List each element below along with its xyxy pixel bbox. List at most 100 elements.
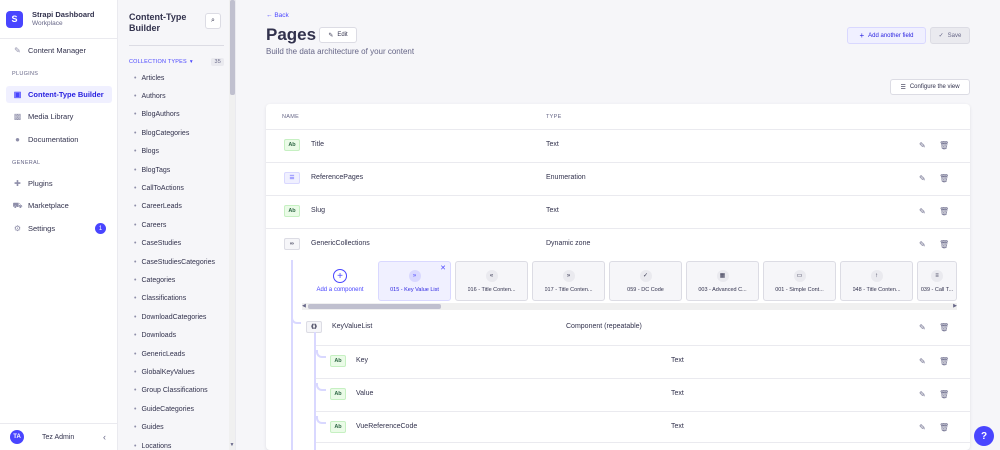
add-component-button[interactable]: + Add a component	[310, 261, 370, 301]
dynamic-zone-component[interactable]: » 015 - Key Value List ✕	[378, 261, 451, 301]
collection-type-item[interactable]: Downloads	[134, 326, 215, 344]
trash-icon[interactable]: 🗑	[939, 141, 949, 150]
table-row[interactable]: Ab Key Text ✎ 🗑	[316, 345, 970, 378]
pencil-icon[interactable]: ✎	[919, 390, 926, 399]
table-row[interactable]: Ab Title Text ✎ 🗑	[266, 129, 970, 162]
nav-content-manager[interactable]: ✎ Content Manager	[6, 42, 112, 59]
collection-type-item[interactable]: GenericLeads	[134, 345, 215, 363]
divider	[0, 38, 118, 39]
trash-icon[interactable]: 🗑	[939, 240, 949, 249]
collection-type-item[interactable]: Group Classifications	[134, 382, 215, 400]
text-field-icon: Ab	[284, 205, 300, 217]
dynamic-zone-component[interactable]: ▭ 001 - Simple Cont...	[763, 261, 836, 301]
collection-type-item[interactable]: Articles	[134, 69, 215, 87]
pencil-icon[interactable]: ✎	[919, 323, 926, 332]
collection-type-item[interactable]: CareerLeads	[134, 198, 215, 216]
nav-plugins[interactable]: ✚ Plugins	[6, 175, 112, 192]
pencil-icon[interactable]: ✎	[919, 174, 926, 183]
field-name: KeyValueList	[332, 323, 373, 330]
collection-type-item[interactable]: GuideCategories	[134, 400, 215, 418]
pencil-icon[interactable]: ✎	[919, 240, 926, 249]
collection-type-item[interactable]: Locations	[134, 437, 215, 450]
collection-type-item[interactable]: BlogCategories	[134, 124, 215, 142]
collection-type-item[interactable]: BlogTags	[134, 161, 215, 179]
edit-button[interactable]: ✎ Edit	[319, 27, 357, 43]
scroll-right-arrow[interactable]: ▶	[953, 303, 957, 309]
field-name: VueReferenceCode	[356, 423, 418, 430]
dynamic-zone-component[interactable]: « 016 - Title Conten...	[455, 261, 528, 301]
trash-icon[interactable]: 🗑	[939, 174, 949, 183]
scroll-thumb[interactable]	[230, 0, 235, 95]
nav-media-library[interactable]: ▩ Media Library	[6, 108, 112, 125]
scrollbar[interactable]: ▼	[229, 0, 235, 450]
cart-icon: ⛟	[12, 200, 23, 210]
table-row[interactable]: ☰ ReferencePages Enumeration ✎ 🗑	[266, 162, 970, 195]
back-link[interactable]: ← Back	[266, 12, 289, 19]
component-row[interactable]: ⟪⟫ KeyValueList Component (repeatable) ✎…	[266, 312, 970, 345]
trash-icon[interactable]: 🗑	[939, 390, 949, 399]
collection-type-item[interactable]: Guides	[134, 418, 215, 436]
table-row[interactable]: ∞ GenericCollections Dynamic zone ✎ 🗑	[266, 228, 970, 261]
brand[interactable]: S Strapi Dashboard Workplace	[6, 6, 112, 32]
component-label: 039 - Call T...	[920, 286, 954, 293]
collection-type-item[interactable]: CallToActions	[134, 179, 215, 197]
collection-type-item[interactable]: CaseStudiesCategories	[134, 253, 215, 271]
puzzle-icon: ✚	[14, 179, 21, 188]
collection-type-item[interactable]: Authors	[134, 87, 215, 105]
save-button[interactable]: ✓ Save	[930, 27, 970, 44]
field-name: Slug	[311, 207, 326, 214]
collection-types-header[interactable]: COLLECTION TYPES ▾ 35	[129, 58, 224, 66]
info-icon: ●	[15, 135, 20, 144]
table-row[interactable]: Ab Slug Text ✎ 🗑	[266, 195, 970, 228]
list-icon: ☰	[284, 172, 300, 184]
collection-type-item[interactable]: Careers	[134, 216, 215, 234]
connector	[316, 383, 326, 391]
collection-type-item[interactable]: Classifications	[134, 290, 215, 308]
field-name: Key	[356, 357, 369, 364]
dynamic-zone-component[interactable]: ↑ 048 - Title Conten...	[840, 261, 913, 301]
sub-nav: Content-Type Builder ⌕ COLLECTION TYPES …	[118, 0, 236, 450]
pencil-icon[interactable]: ✎	[919, 423, 926, 432]
table-row[interactable]: Ab VueReferenceCode Text ✎ 🗑	[316, 411, 970, 444]
trash-icon[interactable]: 🗑	[939, 207, 949, 216]
collection-type-item[interactable]: Blogs	[134, 143, 215, 161]
field-type: Dynamic zone	[546, 240, 591, 247]
pencil-icon[interactable]: ✎	[919, 141, 926, 150]
collection-type-item[interactable]: GlobalKeyValues	[134, 363, 215, 381]
trash-icon[interactable]: 🗑	[939, 357, 949, 366]
dynamic-zone-component[interactable]: ✓ 059 - DC Code	[609, 261, 682, 301]
scroll-thumb[interactable]	[308, 304, 441, 309]
page-subtitle: Build the data architecture of your cont…	[266, 47, 415, 56]
scroll-down-arrow[interactable]: ▼	[229, 442, 235, 448]
collection-type-item[interactable]: BlogAuthors	[134, 106, 215, 124]
collection-type-item[interactable]: DownloadCategories	[134, 308, 215, 326]
help-button[interactable]: ?	[974, 426, 994, 446]
collection-type-item[interactable]: Categories	[134, 271, 215, 289]
scroll-left-arrow[interactable]: ◀	[302, 303, 306, 309]
configure-view-button[interactable]: ☰ Configure the view	[890, 79, 970, 95]
add-another-field-button[interactable]: + Add another field	[847, 27, 926, 44]
trash-icon[interactable]: 🗑	[939, 423, 949, 432]
pencil-icon[interactable]: ✎	[919, 357, 926, 366]
pencil-icon[interactable]: ✎	[919, 207, 926, 216]
collapse-nav-icon[interactable]: ‹	[103, 432, 106, 442]
table-row[interactable]: Ab Value Text ✎ 🗑	[316, 378, 970, 411]
collection-type-item[interactable]: CaseStudies	[134, 235, 215, 253]
connector	[291, 316, 301, 324]
nav-content-type-builder[interactable]: ▣ Content-Type Builder	[6, 86, 112, 103]
nav-settings[interactable]: ⚙ Settings 1	[6, 220, 112, 237]
nav-marketplace[interactable]: ⛟ Marketplace	[6, 197, 112, 214]
close-icon[interactable]: ✕	[440, 264, 446, 272]
avatar[interactable]: TA	[10, 430, 24, 444]
dynamic-zone-component[interactable]: ≡ 039 - Call T...	[917, 261, 957, 301]
nav-documentation[interactable]: ● Documentation	[6, 131, 112, 148]
dynamic-zone-component[interactable]: » 017 - Title Conten...	[532, 261, 605, 301]
horizontal-scrollbar[interactable]: ◀ ▶	[302, 303, 957, 310]
search-icon[interactable]: ⌕	[205, 13, 221, 29]
dynamic-zone-line	[291, 260, 293, 450]
trash-icon[interactable]: 🗑	[939, 323, 949, 332]
dynamic-zone-component[interactable]: ▦ 003 - Advanced C...	[686, 261, 759, 301]
field-name: GenericCollections	[311, 240, 370, 247]
user-name[interactable]: Tez Admin	[42, 434, 74, 441]
nav-label: Content Manager	[28, 46, 86, 55]
